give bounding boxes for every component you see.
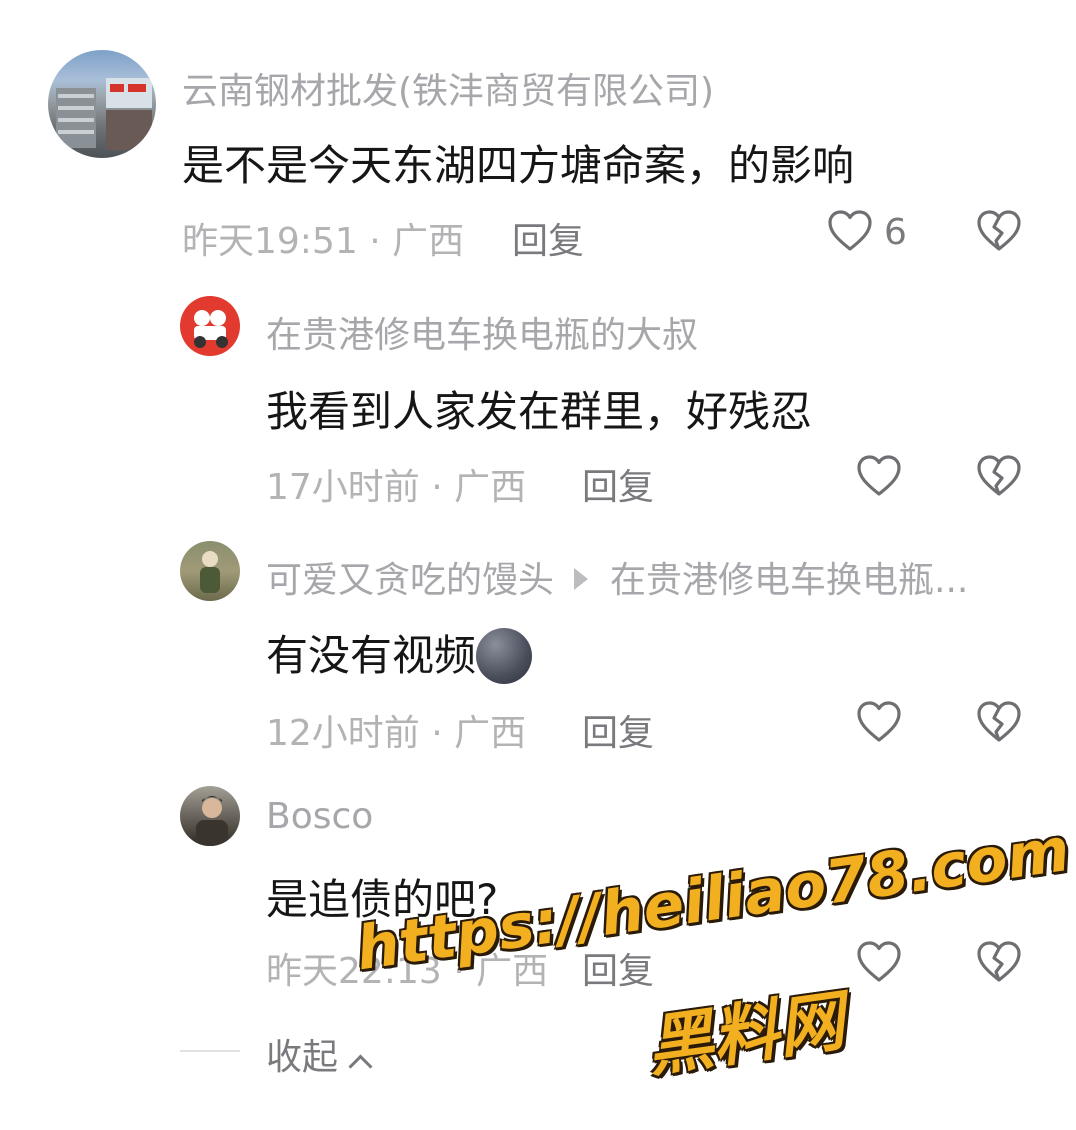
- avatar[interactable]: [180, 786, 240, 846]
- comment-text: 有没有视频: [266, 631, 477, 680]
- avatar[interactable]: [180, 296, 240, 356]
- comment-time-location: 12小时前 · 广西: [266, 713, 527, 754]
- comment-text: 是不是今天东湖四方塘命案，的影响: [182, 141, 855, 190]
- chevron-up-icon: [348, 1054, 373, 1079]
- comment-username[interactable]: Bosco: [266, 796, 373, 837]
- heart-outline-icon[interactable]: [855, 938, 903, 986]
- avatar-image: [56, 78, 152, 150]
- broken-heart-icon[interactable]: [975, 207, 1023, 255]
- comment-text-line: 有没有视频: [266, 622, 533, 687]
- avatar[interactable]: [180, 541, 240, 601]
- comment-text: 我看到人家发在群里，好残忍: [266, 387, 813, 436]
- heart-outline-icon[interactable]: [855, 698, 903, 746]
- watermark-name: 黑料网: [642, 982, 849, 1087]
- heart-outline-icon[interactable]: [826, 207, 874, 255]
- avatar-image: [194, 310, 228, 348]
- comment-username[interactable]: 在贵港修电车换电瓶的大叔: [266, 306, 698, 358]
- like-count: 6: [884, 212, 907, 253]
- heart-outline-icon[interactable]: [855, 452, 903, 500]
- broken-heart-icon[interactable]: [975, 452, 1023, 500]
- broken-heart-icon[interactable]: [975, 698, 1023, 746]
- watermark-url: https://heiliao78.com: [352, 814, 1074, 985]
- comment-time-location: 昨天19:51 · 广西: [182, 221, 465, 262]
- broken-heart-icon[interactable]: [975, 938, 1023, 986]
- reply-button[interactable]: 回复: [582, 458, 654, 510]
- comment-username[interactable]: 云南钢材批发(铁沣商贸有限公司): [182, 62, 714, 114]
- reply-button[interactable]: 回复: [512, 212, 584, 264]
- comment-username[interactable]: 可爱又贪吃的馒头: [266, 560, 554, 601]
- avatar-image: [196, 796, 228, 846]
- reply-to-username[interactable]: 在贵港修电车换电瓶...: [610, 560, 968, 601]
- reply-arrow-icon: [574, 568, 589, 590]
- reply-button[interactable]: 回复: [582, 704, 654, 756]
- collapse-divider: [180, 1050, 240, 1052]
- collapse-label: 收起: [266, 1037, 339, 1078]
- avatar[interactable]: [48, 50, 156, 158]
- avatar-image: [200, 551, 220, 593]
- collapse-button[interactable]: 收起: [266, 1028, 373, 1080]
- new-moon-face-emoji: [476, 627, 533, 684]
- comment-time-location: 17小时前 · 广西: [266, 467, 527, 508]
- comment-username-line: 可爱又贪吃的馒头 在贵港修电车换电瓶...: [266, 551, 968, 603]
